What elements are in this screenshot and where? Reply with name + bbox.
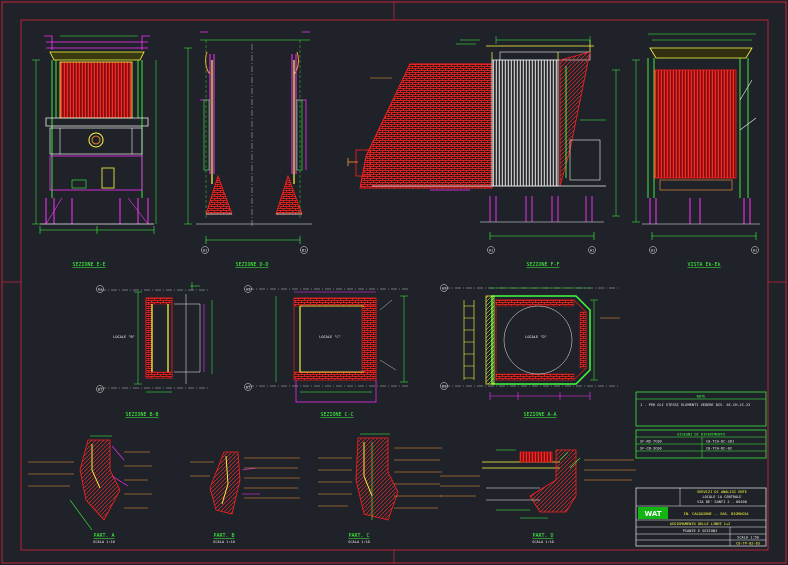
notes-box: NOTE 1 - PER GLI STESSI ELEMENTI VEDERE …	[635, 391, 767, 427]
company-name: SERVIZI DI ANALISI ENTE	[697, 490, 747, 494]
room-label-c: LOCALE "C"	[319, 335, 341, 339]
references-box: DISEGNI DI RIFERIMENTO SF-RD-7C00 C0-TCA…	[635, 429, 767, 459]
drawing-scale: SCALA 1:50	[737, 536, 759, 540]
drawing-subtitle: PIANTE E SEZIONI	[683, 529, 718, 533]
detail-part-c	[318, 433, 442, 521]
drawing-title: ASSIEMAMENTO DELLE LINEE 1+2	[670, 522, 731, 526]
view-section-e-e	[32, 35, 157, 234]
detail-scales: SCALA 1:10 SCALA 1:10 SCALA 1:10 SCALA 1…	[93, 540, 554, 544]
title-view-ek-ek: VISTA Ek-Ek	[687, 262, 720, 268]
cad-drawing-sheet: SEZIONE E-E SEZIONE D-D SEZIONE F-F VIST…	[1, 1, 787, 564]
title-part-a: PART. A	[93, 533, 114, 539]
notes-header: NOTE	[697, 395, 706, 399]
detail-part-b	[190, 451, 300, 515]
room-labels: LOCALE "B" LOCALE "C" LOCALE "D"	[113, 335, 547, 339]
title-section-c-c: SEZIONE C-C	[320, 412, 353, 418]
logo-text: WAT	[644, 510, 661, 518]
notes-line: 1 - PER GLI STESSI ELEMENTI VEDERE DIS. …	[640, 403, 750, 407]
title-part-c: PART. C	[348, 533, 369, 539]
axis-tag: A1	[651, 249, 655, 253]
axis-tag: A1	[590, 249, 594, 253]
axis-tag: B1	[442, 385, 446, 389]
axis-tag: B1	[98, 388, 102, 392]
company-line: LOCALE 1A CENTRALE	[703, 495, 742, 499]
title-block: WAT SERVIZI DI ANALISI ENTE LOCALE 1A CE…	[635, 487, 767, 547]
reference-left: SF-CB-3C00	[640, 447, 662, 451]
view-section-a-a	[440, 284, 620, 400]
view-section-f-f	[347, 36, 620, 254]
title-section-d-d: SEZIONE D-D	[235, 262, 268, 268]
view-section-d-d	[184, 31, 312, 254]
axis-tag: A1	[442, 287, 446, 291]
project-name: IN. CALDAIONE -- EAS. BIOMASSA	[684, 512, 750, 516]
title-part-d: PART. D	[532, 533, 553, 539]
detail-part-a	[28, 435, 152, 531]
axis-tag: B1	[302, 249, 306, 253]
scale-part-d: SCALA 1:10	[532, 540, 554, 544]
reference-right: C0-TCA-DC-02	[706, 447, 732, 451]
title-part-b: PART. B	[213, 533, 234, 539]
reference-right: C0-TCA-DC-201	[706, 440, 734, 444]
axis-tag: A1	[98, 288, 102, 292]
title-section-b-b: SEZIONE B-B	[125, 412, 158, 418]
axis-tags: A1 B1 A1 A1 A1 A1 A1 B1 A1 B1 A1 B1	[98, 249, 757, 392]
axis-tag: A1	[489, 249, 493, 253]
room-label-b: LOCALE "B"	[113, 335, 135, 339]
axis-tag: A1	[753, 249, 757, 253]
references-header: DISEGNI DI RIFERIMENTO	[677, 433, 725, 437]
company-line: VIA DE' SANTI 2 - 00100	[697, 500, 747, 504]
axis-tag: B1	[246, 386, 250, 390]
title-section-a-a: SEZIONE A-A	[523, 412, 556, 418]
title-section-e-e: SEZIONE E-E	[72, 262, 105, 268]
view-elevation-ek-ek	[632, 33, 760, 254]
scale-part-c: SCALA 1:10	[348, 540, 370, 544]
axis-tag: A1	[203, 249, 207, 253]
reference-left: SF-RD-7C00	[640, 440, 662, 444]
drawing-number: C0-TP-02-03	[736, 542, 760, 546]
view-section-c-c	[244, 285, 410, 403]
title-section-f-f: SEZIONE F-F	[526, 262, 559, 268]
detail-part-d	[440, 449, 636, 519]
scale-part-b: SCALA 1:10	[213, 540, 235, 544]
room-label-d: LOCALE "D"	[525, 335, 547, 339]
scale-part-a: SCALA 1:10	[93, 540, 115, 544]
axis-tag: A1	[246, 288, 250, 292]
